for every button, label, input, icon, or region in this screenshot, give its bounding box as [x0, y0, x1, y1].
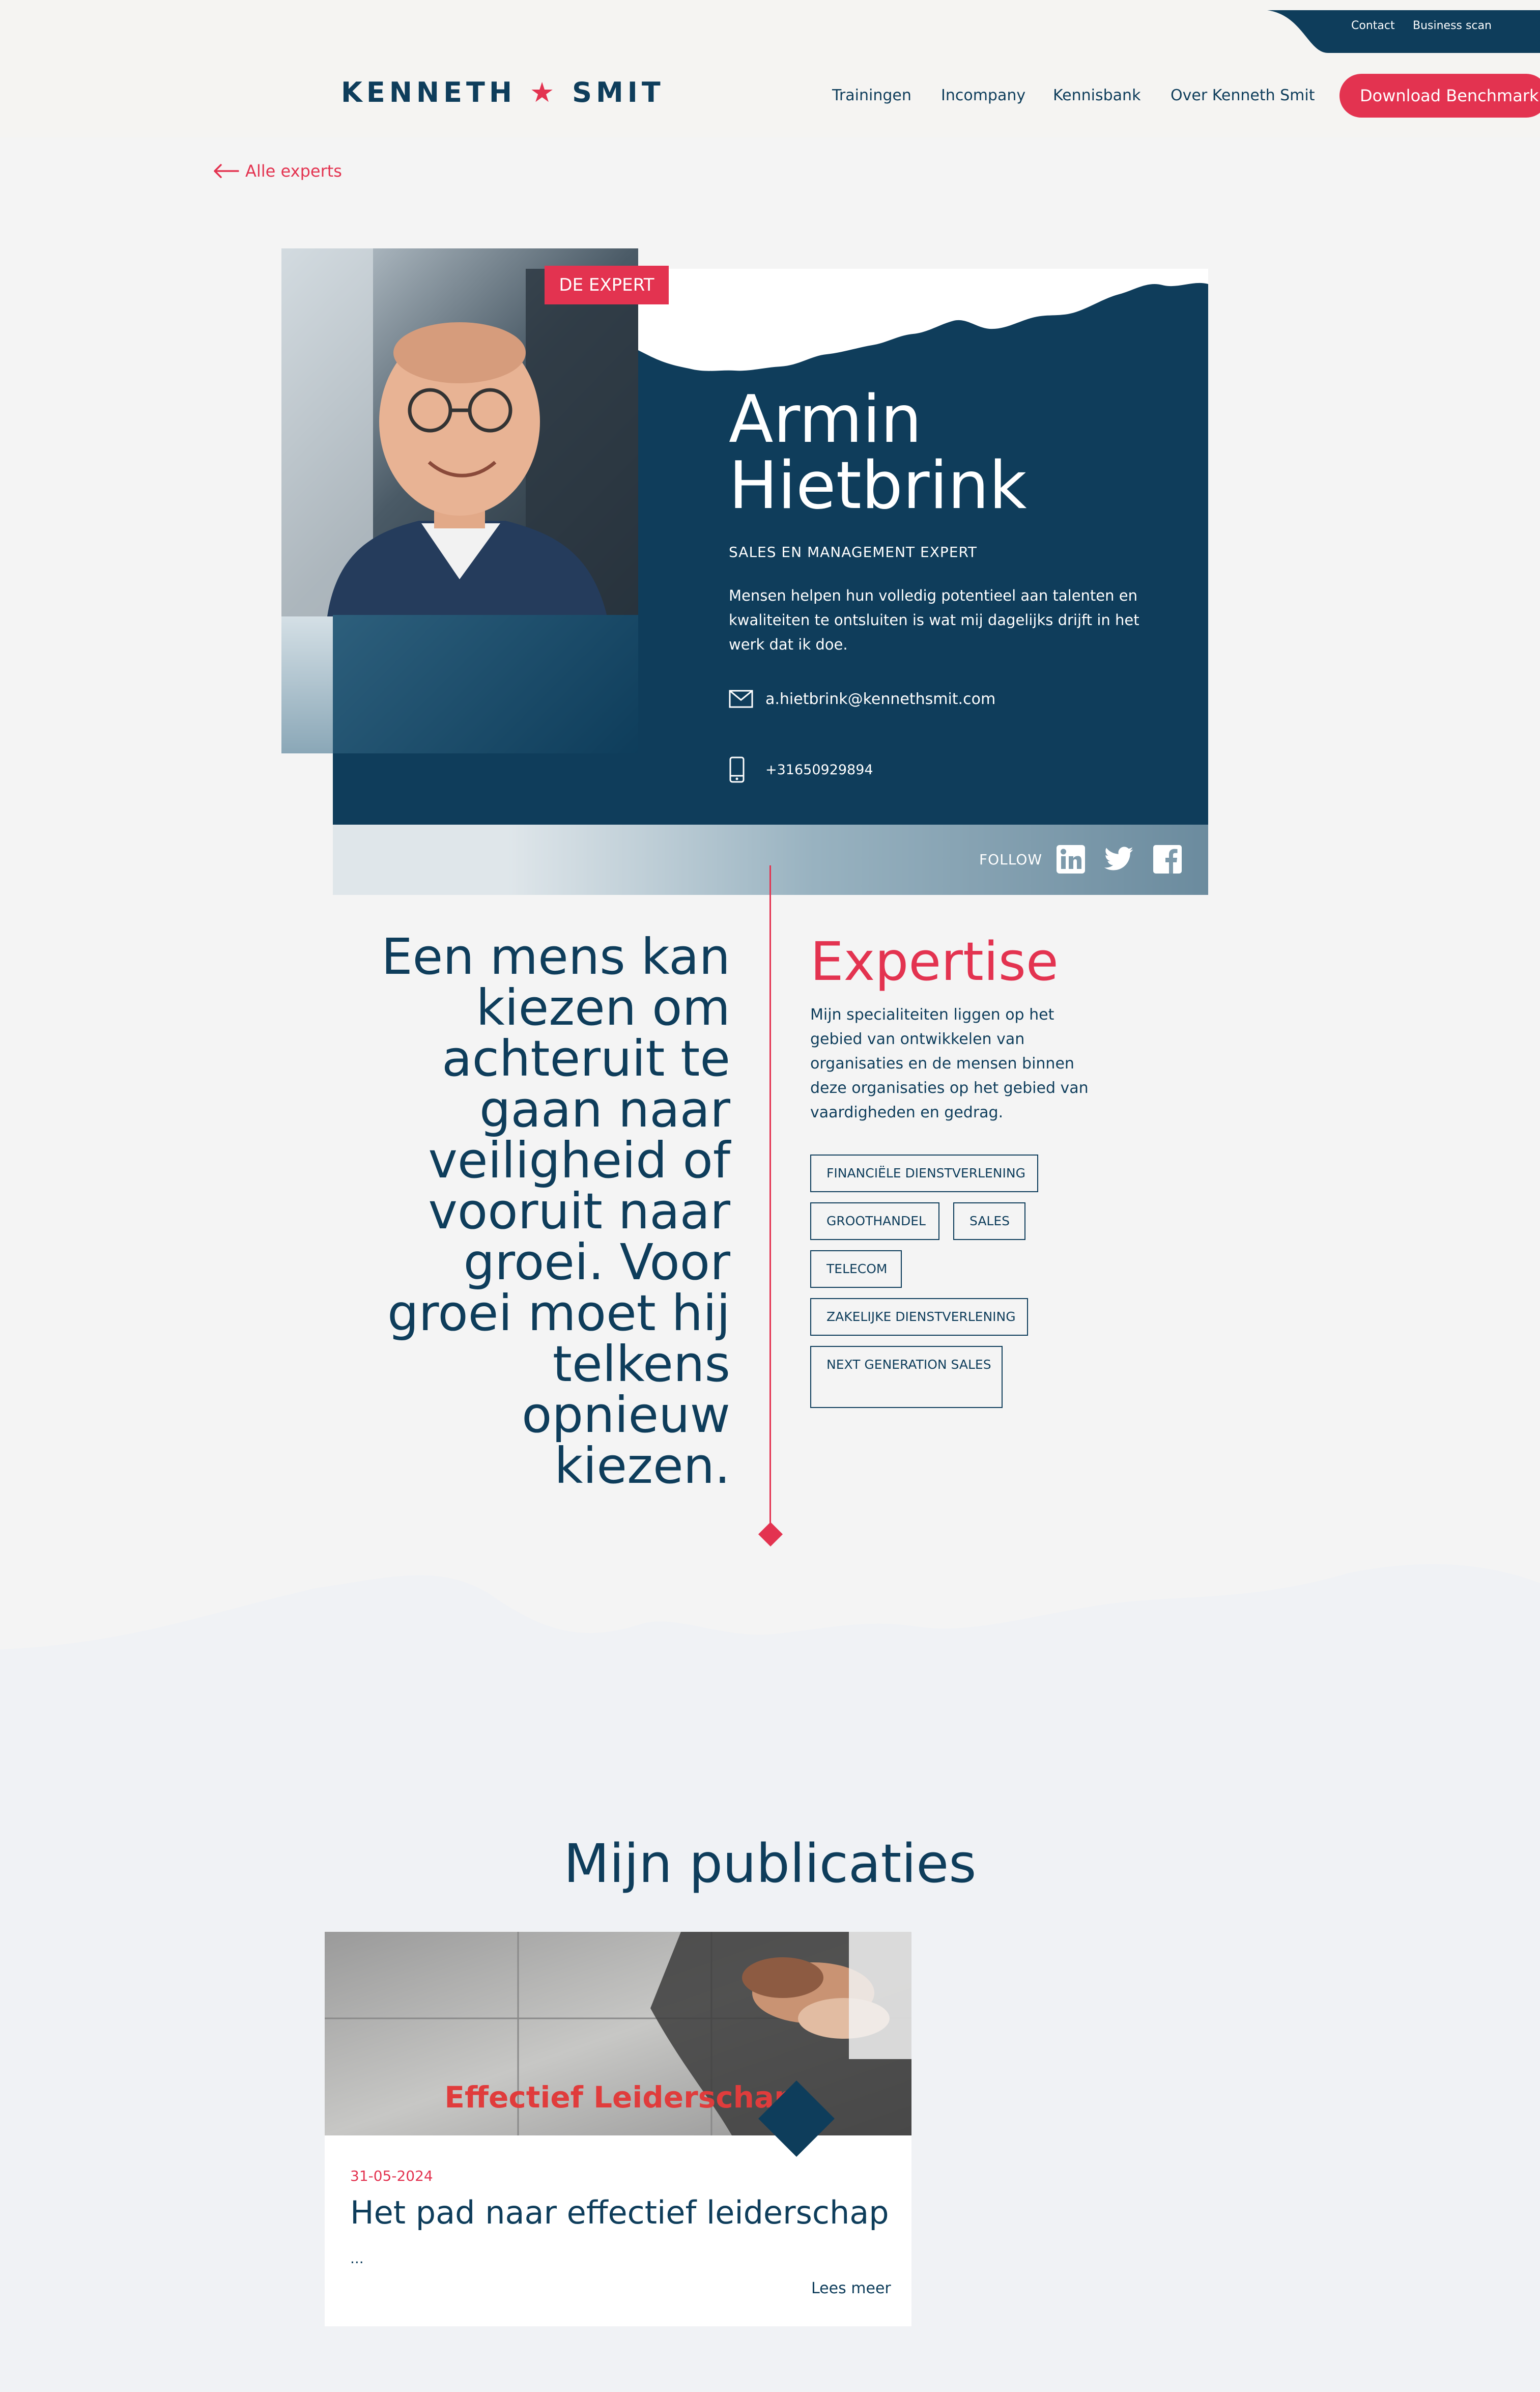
expert-name: Armin Hietbrink	[729, 387, 1136, 519]
publication-image-caption: Effectief Leiderschap	[444, 2080, 795, 2115]
nav-trainingen[interactable]: Trainingen	[832, 87, 911, 104]
card-shade	[281, 615, 334, 753]
expert-first-name: Armin	[729, 382, 922, 458]
expertise-tag[interactable]: NEXT GENERATION SALES	[810, 1346, 1003, 1408]
site-header: Contact Business scan KENNETH ★ SMIT Tra…	[0, 0, 1540, 137]
timeline-diamond	[758, 1522, 783, 1547]
expert-intro: Mensen helpen hun volledig potentieel aa…	[729, 587, 1139, 653]
expertise-tag[interactable]: ZAKELIJKE DIENSTVERLENING	[810, 1298, 1028, 1336]
expert-last-name: Hietbrink	[729, 448, 1027, 524]
expertise-text: Mijn specialiteiten liggen op het gebied…	[810, 1006, 1089, 1121]
back-link[interactable]: Alle experts	[213, 161, 342, 181]
logo-text-right: SMIT	[572, 76, 665, 108]
expertise-tag[interactable]: GROOTHANDEL	[810, 1202, 939, 1240]
read-more-link[interactable]: Lees meer	[811, 2280, 891, 2297]
facebook-icon[interactable]	[1152, 844, 1183, 875]
logo-star-icon: ★	[529, 76, 559, 108]
expert-badge: DE EXPERT	[545, 266, 669, 304]
expert-role: SALES EN MANAGEMENT EXPERT	[729, 544, 978, 560]
logo-text-left: KENNETH	[341, 76, 517, 108]
business-scan-link[interactable]: Business scan	[1413, 19, 1492, 32]
email-contact[interactable]: a.hietbrink@kennethsmit.com	[729, 690, 995, 708]
mail-icon	[729, 690, 753, 708]
photo-overlay	[333, 615, 638, 753]
publication-date: 31-05-2024	[350, 2168, 433, 2184]
publication-excerpt: ...	[350, 2250, 364, 2267]
linkedin-icon[interactable]	[1056, 844, 1086, 875]
publication-image: Effectief Leiderschap	[325, 1932, 911, 2135]
email-address[interactable]: a.hietbrink@kennethsmit.com	[765, 690, 995, 708]
nav-kennisbank[interactable]: Kennisbank	[1053, 87, 1140, 104]
expertise-tag[interactable]: FINANCIËLE DIENSTVERLENING	[810, 1155, 1038, 1192]
phone-number[interactable]: +31650929894	[765, 762, 873, 778]
expertise-tag[interactable]: SALES	[953, 1202, 1025, 1240]
expertise-tag[interactable]: TELECOM	[810, 1250, 902, 1288]
top-bar-shape	[1267, 10, 1540, 53]
follow-label: FOLLOW	[979, 851, 1043, 868]
arrow-left-icon	[214, 164, 239, 178]
contact-link[interactable]: Contact	[1351, 19, 1395, 32]
twitter-icon[interactable]	[1104, 844, 1134, 875]
phone-contact[interactable]: +31650929894	[729, 756, 873, 783]
publication-title[interactable]: Het pad naar effectief leiderschap	[350, 2194, 889, 2231]
download-benchmark-button[interactable]: Download Benchmark	[1339, 74, 1540, 118]
logo[interactable]: KENNETH ★ SMIT	[341, 76, 665, 108]
publications-heading: Mijn publicaties	[563, 1833, 977, 1895]
nav-incompany[interactable]: Incompany	[941, 87, 1025, 104]
nav-over-kenneth-smit[interactable]: Over Kenneth Smit	[1171, 87, 1315, 104]
expert-quote: Een mens kan kiezen om achteruit te gaan…	[381, 928, 730, 1495]
timeline-line	[769, 865, 771, 1527]
phone-icon	[729, 756, 745, 783]
back-link-label: Alle experts	[245, 161, 342, 181]
expertise-heading: Expertise	[810, 931, 1059, 993]
